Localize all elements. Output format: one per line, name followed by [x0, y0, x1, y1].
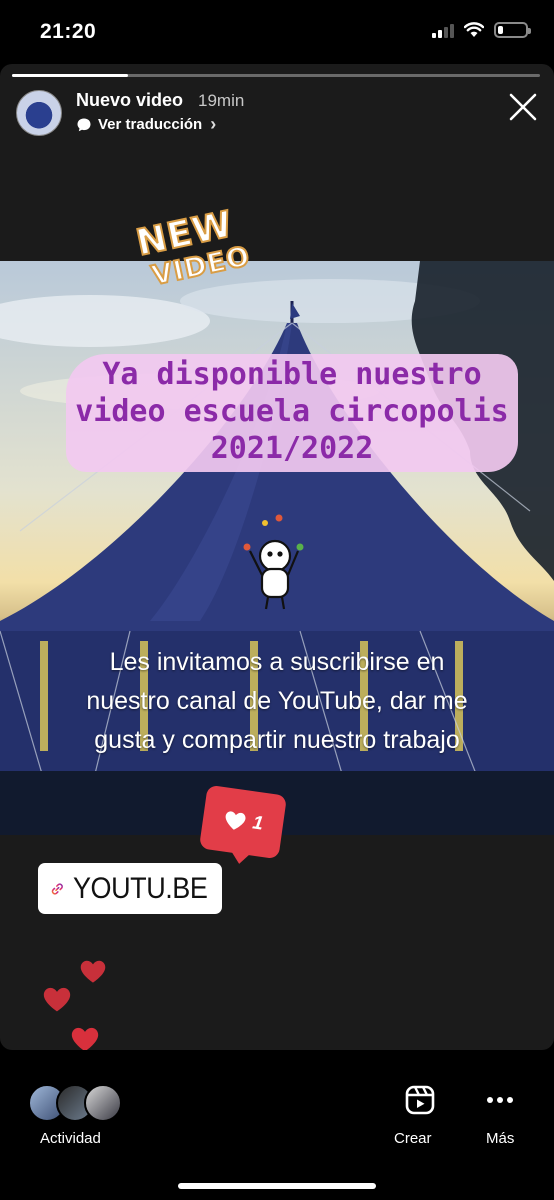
create-label: Crear	[394, 1130, 432, 1147]
story-photo: Ya disponible nuestro video escuela circ…	[0, 261, 554, 835]
account-name[interactable]: Nuevo video	[76, 90, 183, 111]
invite-line-3: gusta y compartir nuestro trabajo	[94, 726, 460, 754]
home-indicator[interactable]	[178, 1183, 376, 1189]
activity-label[interactable]: Actividad	[40, 1130, 101, 1147]
invite-line-2: nuestro canal de YouTube, dar me	[86, 687, 468, 715]
reels-icon	[405, 1085, 435, 1115]
caption-line-3: 2021/2022	[210, 431, 374, 466]
link-label: YOUTU.BE	[72, 871, 208, 905]
battery-level	[498, 26, 504, 34]
caption-line-2: video escuela circopolis	[75, 394, 509, 429]
story-progress-fill	[12, 74, 129, 77]
caption-line-1: Ya disponible nuestro	[102, 357, 482, 392]
more-dots-icon	[487, 1097, 513, 1103]
story-viewer[interactable]: Nuevo video 19min Ver traducción › Ya di…	[0, 64, 554, 1050]
signal-icon	[432, 22, 454, 38]
story-header: Nuevo video 19min Ver traducción ›	[16, 90, 538, 136]
invite-text: Les invitamos a suscribirse en nuestro c…	[40, 643, 514, 760]
close-icon[interactable]	[508, 92, 538, 122]
bottom-bar: Actividad Crear Más	[0, 1050, 554, 1200]
create-button[interactable]: Crear	[394, 1084, 442, 1154]
status-icons	[432, 22, 531, 38]
link-sticker[interactable]: YOUTU.BE	[38, 863, 222, 914]
chevron-right-icon: ›	[210, 114, 217, 134]
status-time: 21:20	[40, 20, 97, 43]
translate-link[interactable]: Ver traducción ›	[76, 114, 216, 135]
more-label: Más	[486, 1130, 515, 1147]
like-count-bubble: 1	[198, 784, 288, 860]
floating-heart-icon	[43, 987, 71, 1012]
like-count: 1	[251, 812, 265, 835]
heart-icon	[225, 811, 246, 830]
story-progress-bar	[12, 74, 540, 77]
translate-label: Ver traducción	[98, 116, 203, 133]
post-time: 19min	[198, 91, 245, 110]
floating-heart-icon	[71, 1027, 99, 1050]
more-button[interactable]: Más	[478, 1084, 522, 1154]
wifi-icon	[464, 22, 484, 37]
status-bar: 21:20	[0, 0, 554, 62]
floating-heart-icon	[80, 960, 106, 983]
caption-text: Ya disponible nuestro video escuela circ…	[62, 356, 522, 467]
invite-line-1: Les invitamos a suscribirse en	[109, 648, 445, 676]
battery-icon	[494, 22, 531, 38]
avatar[interactable]	[16, 90, 62, 136]
link-icon	[51, 882, 63, 895]
speech-bubble-icon	[77, 118, 91, 131]
viewers-avatars[interactable]	[28, 1084, 124, 1122]
viewer-avatar	[84, 1084, 122, 1122]
